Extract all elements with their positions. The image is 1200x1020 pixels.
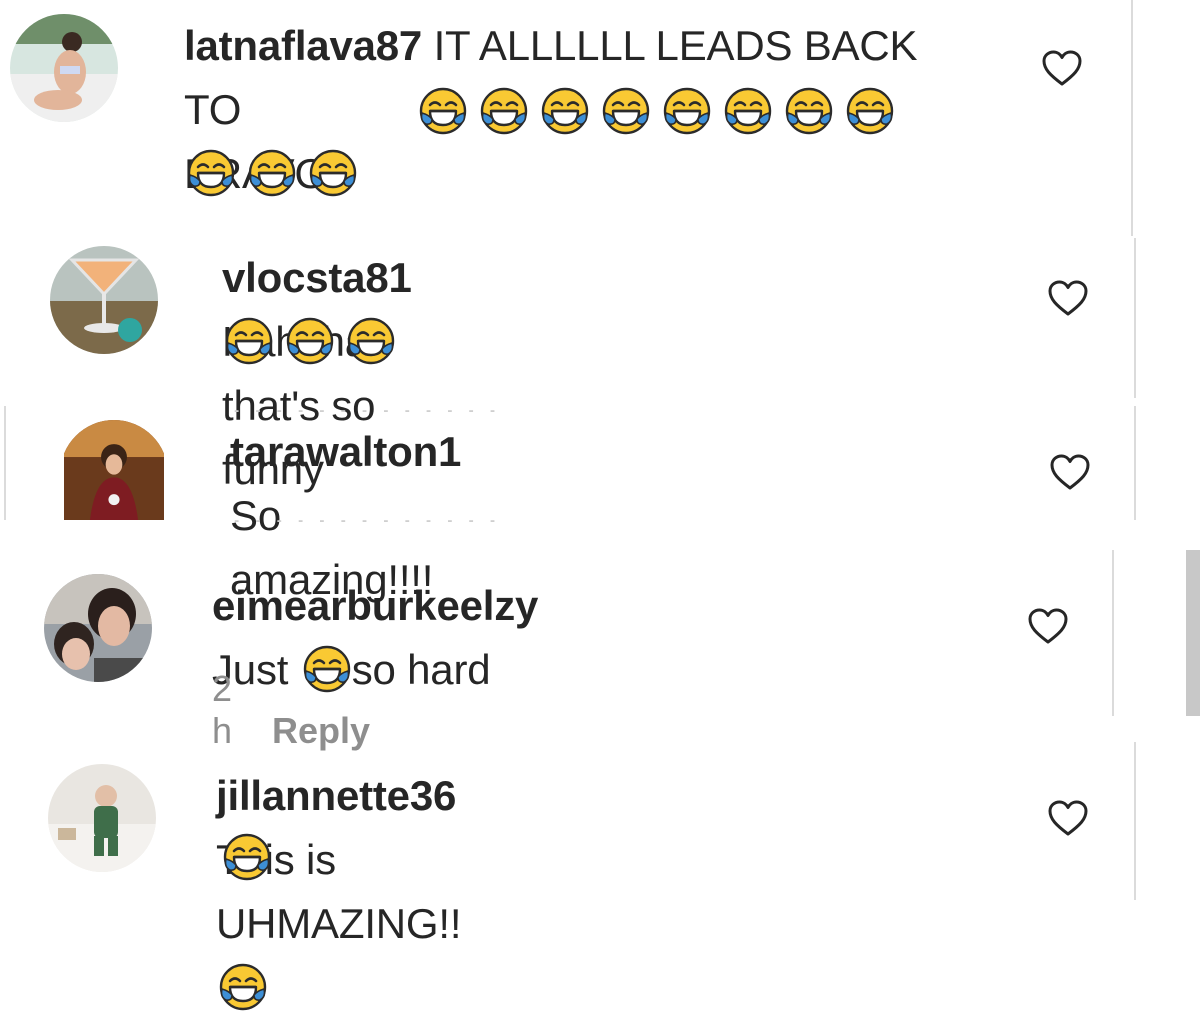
panel-divider xyxy=(1112,550,1114,716)
cropped-text-fragment: ············· xyxy=(230,398,550,412)
avatar[interactable] xyxy=(48,764,156,872)
comment-timestamp: 2 h xyxy=(212,668,233,751)
face-with-tears-of-joy-icon xyxy=(218,962,268,1012)
panel-divider xyxy=(1134,742,1136,900)
face-with-tears-of-joy-icon xyxy=(540,86,590,136)
avatar[interactable] xyxy=(10,14,118,122)
comment-username[interactable]: tarawalton1 xyxy=(230,428,461,475)
face-with-tears-of-joy-icon xyxy=(784,86,834,136)
comment-username[interactable]: eimearburkeelzy xyxy=(212,582,538,629)
heart-outline-icon[interactable] xyxy=(1046,278,1090,318)
face-with-tears-of-joy-icon xyxy=(601,86,651,136)
heart-outline-icon[interactable] xyxy=(1026,606,1070,646)
face-with-tears-of-joy-icon xyxy=(845,86,895,136)
panel-divider xyxy=(1134,238,1136,398)
comment-username[interactable]: jillannette36 xyxy=(216,772,456,819)
face-with-tears-of-joy-icon xyxy=(346,316,396,366)
face-with-tears-of-joy-icon xyxy=(723,86,773,136)
face-with-tears-of-joy-icon xyxy=(418,86,468,136)
face-with-tears-of-joy-icon xyxy=(186,148,236,198)
heart-outline-icon[interactable] xyxy=(1040,48,1084,88)
heart-outline-icon[interactable] xyxy=(1046,798,1090,838)
avatar[interactable] xyxy=(60,420,168,520)
scrollbar-thumb[interactable] xyxy=(1186,550,1200,716)
face-with-tears-of-joy-icon xyxy=(224,316,274,366)
emoji-row xyxy=(418,86,978,136)
emoji-row xyxy=(224,316,524,366)
face-with-tears-of-joy-icon xyxy=(662,86,712,136)
cropped-text-fragment: ············· xyxy=(230,508,550,522)
avatar[interactable] xyxy=(50,246,158,354)
face-with-tears-of-joy-icon xyxy=(479,86,529,136)
avatar[interactable] xyxy=(44,574,152,682)
comment-text: IT ALLLLLL LEADS BACK xyxy=(433,22,918,69)
comment-text: so hard xyxy=(351,646,491,693)
emoji-row xyxy=(186,148,486,198)
panel-divider xyxy=(1131,0,1133,236)
emoji-row xyxy=(222,832,322,882)
comment-username[interactable]: vlocsta81 xyxy=(222,254,412,301)
face-with-tears-of-joy-icon xyxy=(247,148,297,198)
comment-username[interactable]: latnaflava87 xyxy=(184,22,422,69)
reply-button[interactable]: Reply xyxy=(272,710,370,751)
face-with-tears-of-joy-icon xyxy=(308,148,358,198)
face-with-tears-of-joy-icon xyxy=(285,316,335,366)
panel-divider xyxy=(4,406,6,520)
heart-outline-icon[interactable] xyxy=(1048,452,1092,492)
face-with-tears-of-joy-icon xyxy=(222,832,272,882)
panel-divider xyxy=(1134,406,1136,520)
